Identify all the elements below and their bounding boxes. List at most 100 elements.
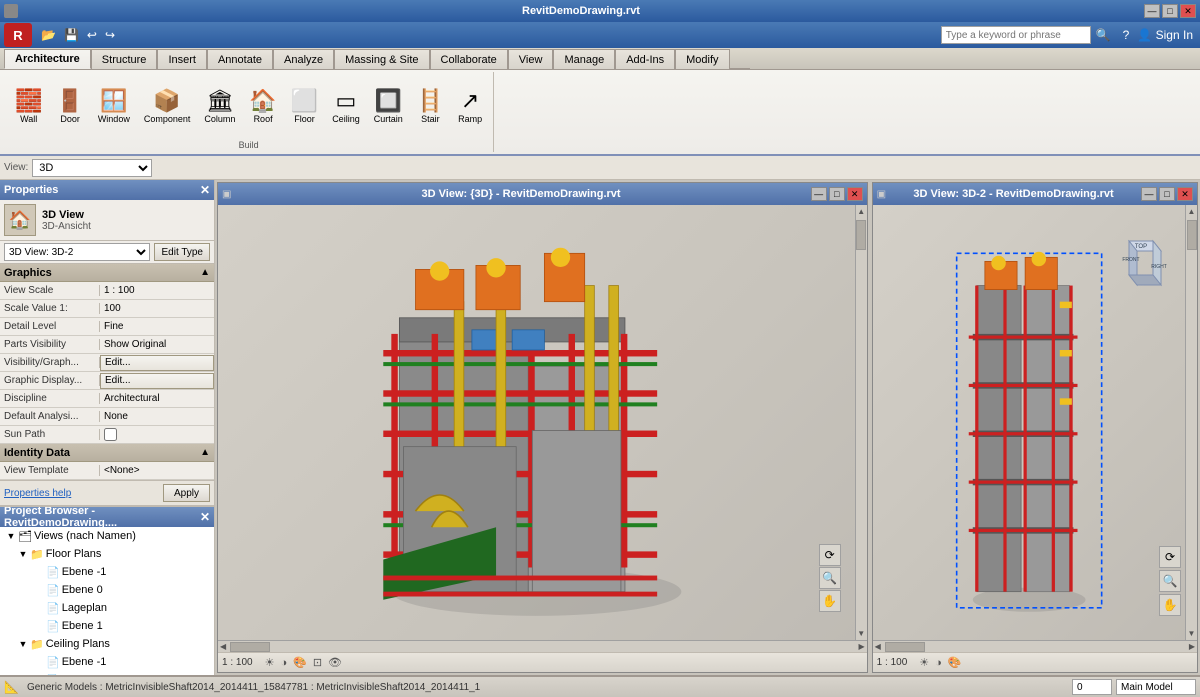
- curtain-btn[interactable]: 🔲 Curtain: [369, 87, 408, 127]
- column-btn[interactable]: 🏛 Column: [199, 87, 240, 127]
- tree-toggle-views[interactable]: ▼: [4, 531, 18, 541]
- tab-addins[interactable]: Add-Ins: [615, 49, 675, 69]
- prop-graphicdisplay-edit-btn[interactable]: Edit...: [100, 373, 214, 389]
- window-btn[interactable]: 🪟 Window: [93, 87, 135, 127]
- wall-btn[interactable]: 🧱 Wall: [10, 87, 47, 127]
- viewport-3d2-minimize-btn[interactable]: —: [1141, 187, 1157, 201]
- tab-analyze[interactable]: Analyze: [273, 49, 334, 69]
- tab-architecture[interactable]: Architecture: [4, 49, 91, 69]
- ceiling-btn[interactable]: ▭ Ceiling: [327, 87, 365, 127]
- tab-insert[interactable]: Insert: [157, 49, 207, 69]
- nav-zoom-btn-2[interactable]: 🔍: [1159, 570, 1181, 592]
- tree-item-views[interactable]: ▼ 🗂 Views (nach Namen): [0, 527, 214, 545]
- tab-manage[interactable]: Manage: [553, 49, 615, 69]
- qat-save-btn[interactable]: 💾: [61, 26, 82, 44]
- vscroll2-down-arrow[interactable]: ▼: [1186, 627, 1197, 640]
- vscroll-thumb[interactable]: [856, 220, 866, 250]
- tree-item-ebene1-fp[interactable]: 📄 Ebene 1: [0, 617, 214, 635]
- component-btn[interactable]: 📦 Component: [139, 87, 196, 127]
- viewport-3d-vscrollbar[interactable]: ▲ ▼: [855, 205, 867, 640]
- close-button[interactable]: ✕: [1180, 4, 1196, 18]
- viewport-3d-close-btn[interactable]: ✕: [847, 187, 863, 201]
- prop-value-partsvis[interactable]: Show Original: [100, 339, 214, 350]
- project-browser-close-btn[interactable]: ✕: [200, 510, 210, 524]
- vscroll2-thumb[interactable]: [1187, 220, 1197, 250]
- vscroll-up-arrow[interactable]: ▲: [855, 205, 866, 218]
- viewport-3d2-vscrollbar[interactable]: ▲ ▼: [1185, 205, 1197, 640]
- tab-view[interactable]: View: [508, 49, 554, 69]
- maximize-button[interactable]: □: [1162, 4, 1178, 18]
- floor-btn[interactable]: ⬜ Floor: [286, 87, 323, 127]
- nav-pan-btn-2[interactable]: ✋: [1159, 594, 1181, 616]
- tree-item-ebene-m1-fp[interactable]: 📄 Ebene -1: [0, 563, 214, 581]
- door-btn[interactable]: 🚪 Door: [51, 87, 88, 127]
- vp2-toolbar-render-btn[interactable]: 🎨: [946, 656, 964, 669]
- tree-item-floorplans[interactable]: ▼ 📁 Floor Plans: [0, 545, 214, 563]
- viewport-3d-minimize-btn[interactable]: —: [811, 187, 827, 201]
- prop-sunpath-checkbox[interactable]: [104, 428, 117, 441]
- tab-structure[interactable]: Structure: [91, 49, 158, 69]
- view-selector-dropdown[interactable]: 3D Floor Plans Ceiling Plans: [32, 159, 152, 177]
- nav-orbit-btn[interactable]: ⟳: [819, 544, 841, 566]
- qat-open-btn[interactable]: 📂: [38, 26, 59, 44]
- tree-item-ebene0-cp[interactable]: 📄 Ebene 0: [0, 671, 214, 675]
- viewport-3d2-close-btn[interactable]: ✕: [1177, 187, 1193, 201]
- minimize-button[interactable]: —: [1144, 4, 1160, 18]
- tree-item-ebene-m1-cp[interactable]: 📄 Ebene -1: [0, 653, 214, 671]
- vp-toolbar-crop-btn[interactable]: ⊡: [311, 656, 324, 669]
- viewport-3d2-hscrollbar[interactable]: ◀ ▶: [873, 640, 1197, 652]
- prop-value-viewscale[interactable]: 1 : 100: [100, 285, 214, 296]
- project-browser-tree[interactable]: ▼ 🗂 Views (nach Namen) ▼ 📁 Floor Plans 📄…: [0, 527, 214, 675]
- tree-toggle-floorplans[interactable]: ▼: [16, 549, 30, 559]
- nav-zoom-btn[interactable]: 🔍: [819, 567, 841, 589]
- graphics-collapse-btn[interactable]: ▲: [200, 267, 210, 278]
- vp-toolbar-hide-btn[interactable]: 👁: [326, 656, 344, 669]
- vp-toolbar-render-btn[interactable]: 🎨: [291, 656, 309, 669]
- nav-orbit-btn-2[interactable]: ⟳: [1159, 546, 1181, 568]
- tree-item-lageplan[interactable]: 📄 Lageplan: [0, 599, 214, 617]
- nav-pan-btn[interactable]: ✋: [819, 590, 841, 612]
- prop-value-defaultanalysis[interactable]: None: [100, 411, 214, 422]
- prop-view-dropdown[interactable]: 3D View: 3D-2: [4, 243, 150, 261]
- properties-help-link[interactable]: Properties help: [4, 488, 159, 499]
- search-input[interactable]: [941, 26, 1091, 44]
- hscroll-thumb[interactable]: [230, 642, 270, 652]
- tab-massing[interactable]: Massing & Site: [334, 49, 429, 69]
- viewport-3d-maximize-btn[interactable]: □: [829, 187, 845, 201]
- edit-type-button[interactable]: Edit Type: [154, 243, 210, 261]
- search-btn[interactable]: 🔍: [1093, 26, 1114, 44]
- viewport-3d-hscrollbar[interactable]: ◀ ▶: [218, 640, 867, 652]
- viewport-3d2-content[interactable]: TOP FRONT RIGHT ⟳ 🔍 ✋: [873, 205, 1185, 640]
- hscroll2-thumb[interactable]: [885, 642, 925, 652]
- viewport-3d-content[interactable]: ⟳ 🔍 ✋: [218, 205, 855, 640]
- vp2-toolbar-sun-btn[interactable]: ☀: [917, 656, 931, 669]
- prop-value-viewtemplate[interactable]: <None>: [100, 465, 214, 476]
- apply-button[interactable]: Apply: [163, 484, 210, 502]
- tree-item-ebene0-fp[interactable]: 📄 Ebene 0: [0, 581, 214, 599]
- prop-value-detaillevel[interactable]: Fine: [100, 321, 214, 332]
- tree-toggle-ceilingplans[interactable]: ▼: [16, 639, 30, 649]
- qat-undo-btn[interactable]: ↩: [84, 26, 100, 44]
- roof-btn[interactable]: 🏠 Roof: [244, 87, 281, 127]
- qat-redo-btn[interactable]: ↪: [102, 26, 118, 44]
- tab-modify[interactable]: Modify: [675, 49, 729, 69]
- vscroll2-up-arrow[interactable]: ▲: [1186, 205, 1197, 218]
- tab-annotate[interactable]: Annotate: [207, 49, 273, 69]
- viewcube[interactable]: TOP FRONT RIGHT: [1109, 233, 1173, 297]
- sign-in-btn[interactable]: 👤 Sign In: [1134, 26, 1196, 44]
- ramp-btn[interactable]: ↗ Ramp: [453, 87, 487, 127]
- tree-item-ceilingplans[interactable]: ▼ 📁 Ceiling Plans: [0, 635, 214, 653]
- help-btn[interactable]: ?: [1120, 26, 1133, 44]
- identity-collapse-btn[interactable]: ▲: [200, 447, 210, 458]
- vp-toolbar-shadow-btn[interactable]: ◑: [278, 657, 289, 669]
- vp-toolbar-sun-btn[interactable]: ☀: [263, 656, 277, 669]
- vscroll-down-arrow[interactable]: ▼: [855, 627, 866, 640]
- tab-collaborate[interactable]: Collaborate: [430, 49, 508, 69]
- properties-close-btn[interactable]: ✕: [200, 183, 210, 197]
- stairs-btn[interactable]: 🪜 Stair: [412, 87, 449, 127]
- vp2-toolbar-shadow-btn[interactable]: ◑: [933, 657, 944, 669]
- prop-value-discipline[interactable]: Architectural: [100, 393, 214, 404]
- viewport-3d2-maximize-btn[interactable]: □: [1159, 187, 1175, 201]
- prop-visibility-edit-btn[interactable]: Edit...: [100, 355, 214, 371]
- prop-value-scalevalue[interactable]: 100: [100, 303, 214, 314]
